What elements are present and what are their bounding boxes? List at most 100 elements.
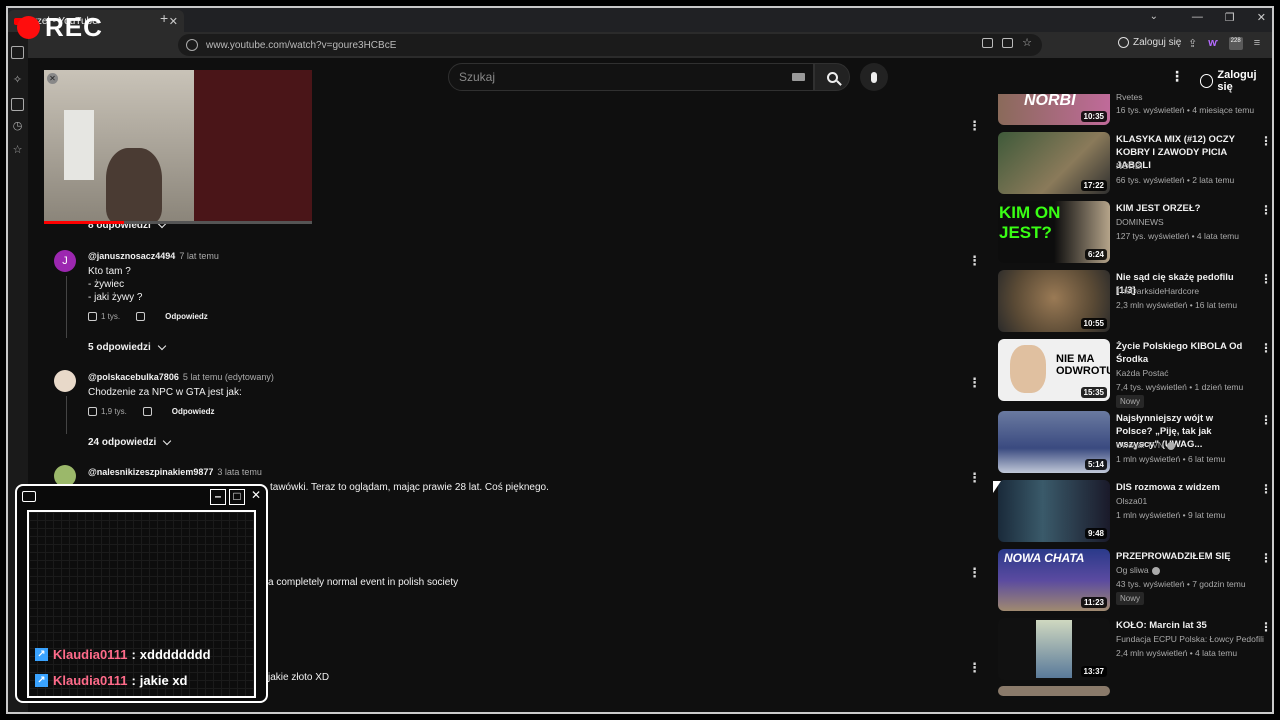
video-menu-icon[interactable]: ⋮ (1260, 551, 1272, 565)
channel-name[interactable]: Og sliwa (1116, 565, 1160, 575)
mini-player-close-icon[interactable]: ✕ (47, 73, 58, 84)
channel-name[interactable]: TheDarksideHardcore (1116, 286, 1199, 296)
related-video-item[interactable]: 5:14 Najsłynniejszy wójt w Polsce? „Piję… (998, 411, 1272, 475)
extension-icon[interactable]: ⱳ (1208, 37, 1217, 50)
video-title[interactable]: KIM JEST ORZEŁ? (1116, 202, 1250, 215)
video-thumbnail[interactable]: KIM ON JEST? 6:24 (998, 201, 1110, 263)
history-icon[interactable]: ◷ (11, 120, 24, 133)
video-menu-icon[interactable]: ⋮ (1260, 272, 1272, 286)
chat-close-icon[interactable]: ✕ (248, 489, 264, 505)
video-title[interactable]: Życie Polskiego KIBOLA Od Środka (1116, 340, 1250, 366)
video-thumbnail[interactable]: 13:37 (998, 618, 1110, 680)
video-thumbnail[interactable]: NOWA CHATA 11:23 (998, 549, 1110, 611)
channel-name[interactable]: Uwaga! TVN (1116, 440, 1176, 450)
comment-time[interactable]: 5 lat temu (edytowany) (183, 372, 274, 382)
video-thumbnail[interactable]: NORBI 10:35 (998, 94, 1110, 125)
video-thumbnail[interactable]: 17:22 (998, 132, 1110, 194)
replies-toggle[interactable]: 24 odpowiedzi (88, 436, 172, 448)
comment-menu-icon[interactable]: ⋮ (968, 660, 981, 676)
browser-signin-button[interactable]: Zaloguj się (1118, 37, 1181, 48)
comment-author[interactable]: @nalesnikizeszpinakiem9877 3 lata temu (88, 467, 262, 477)
like-icon[interactable] (88, 312, 97, 321)
comment-menu-icon[interactable]: ⋮ (968, 253, 981, 269)
channel-name[interactable]: NORBI (1116, 161, 1143, 171)
like-icon[interactable] (88, 407, 97, 416)
related-video-item[interactable]: 10:55 Nie sąd cię skażę pedofilu [1/3] T… (998, 270, 1272, 334)
replies-toggle[interactable]: 5 odpowiedzi (88, 341, 167, 353)
related-video-item[interactable]: NOWA CHATA 11:23 PRZEPROWADZIŁEM SIĘ Og … (998, 549, 1272, 613)
avatar[interactable]: J (54, 250, 76, 272)
comment-menu-icon[interactable]: ⋮ (968, 375, 981, 391)
comment-menu-icon[interactable]: ⋮ (968, 470, 981, 486)
channel-name[interactable]: Olsza01 (1116, 496, 1147, 506)
comment-time[interactable]: 7 lat temu (179, 251, 219, 261)
video-title[interactable]: PRZEPROWADZIŁEM SIĘ (1116, 550, 1250, 563)
video-menu-icon[interactable]: ⋮ (1260, 341, 1272, 355)
video-thumbnail[interactable]: 10:55 (998, 270, 1110, 332)
close-window-icon[interactable]: ✕ (1257, 11, 1266, 24)
video-title[interactable]: KOŁO: Marcin lat 35 (1116, 619, 1250, 632)
search-button[interactable] (814, 63, 850, 91)
video-thumbnail[interactable]: 5:14 (998, 411, 1110, 473)
video-menu-icon[interactable]: ⋮ (1260, 203, 1272, 217)
channel-name[interactable]: Każda Postać (1116, 368, 1168, 378)
related-video-item[interactable]: KIM ON JEST? 6:24 KIM JEST ORZEŁ? DOMINE… (998, 201, 1272, 265)
keyboard-icon[interactable] (792, 73, 805, 81)
channel-name[interactable]: Rvetes (1116, 94, 1142, 102)
reply-button[interactable]: Odpowiedz (165, 312, 208, 321)
chat-maximize-icon[interactable]: □ (229, 489, 245, 505)
chat-username[interactable]: Klaudia0111 (53, 673, 127, 688)
screenshot-icon[interactable] (1002, 38, 1014, 48)
comment-menu-icon[interactable]: ⋮ (968, 565, 981, 581)
maximize-icon[interactable]: ❐ (1225, 11, 1235, 24)
tab-search-chevron-icon[interactable]: ⌄ (1150, 11, 1158, 22)
channel-name[interactable]: Fundacja ECPU Polska: Łowcy Pedofili (1116, 634, 1272, 644)
search-input[interactable]: Szukaj (448, 63, 814, 91)
voice-search-button[interactable] (860, 63, 888, 91)
minimize-icon[interactable]: — (1192, 11, 1203, 24)
comment-author[interactable]: @janusznosacz4494 7 lat temu (88, 251, 219, 261)
related-video-item[interactable]: 13:37 KOŁO: Marcin lat 35 Fundacja ECPU … (998, 618, 1272, 682)
video-menu-icon[interactable]: ⋮ (1260, 134, 1272, 148)
bookmark-star-icon[interactable]: ☆ (1022, 38, 1032, 49)
new-tab-icon[interactable]: + (160, 10, 168, 26)
tab-close-icon[interactable]: ✕ (169, 15, 178, 28)
video-title[interactable]: DIS rozmowa z widzem (1116, 481, 1250, 494)
comment-time[interactable]: 3 lata temu (217, 467, 262, 477)
video-menu-icon[interactable]: ⋮ (1260, 482, 1272, 496)
video-thumbnail[interactable]: 9:48 (998, 480, 1110, 542)
share-icon[interactable]: ⇪ (1188, 37, 1197, 50)
comment-author[interactable]: @polskacebulka7806 5 lat temu (edytowany) (88, 372, 274, 382)
sidebar-toggle-icon[interactable] (11, 46, 24, 59)
browser-menu-icon[interactable]: ≡ (1254, 37, 1260, 50)
related-video-item[interactable] (998, 686, 1268, 696)
settings-menu-icon[interactable]: ⋮ (1170, 68, 1184, 85)
video-duration: 5:14 (1084, 459, 1107, 470)
related-video-item[interactable]: 17:22 KLASYKA MIX (#12) OCZY KOBRY I ZAW… (998, 132, 1272, 196)
reply-button[interactable]: Odpowiedz (172, 407, 215, 416)
site-info-icon[interactable] (186, 39, 198, 51)
video-menu-icon[interactable]: ⋮ (1260, 620, 1272, 634)
mini-player[interactable]: ✕ (44, 70, 312, 224)
install-app-icon[interactable] (982, 38, 994, 48)
related-video-item[interactable]: NORBI 10:35 Rvetes 16 tys. wyświetleń • … (998, 94, 1268, 126)
channel-name[interactable]: DOMINEWS (1116, 217, 1164, 227)
youtube-signin-button[interactable]: Zaloguj się (1200, 69, 1272, 93)
video-progress-bar[interactable] (44, 221, 312, 224)
avatar[interactable] (54, 370, 76, 392)
favorites-icon[interactable]: ☆ (11, 144, 24, 157)
chat-username[interactable]: Klaudia0111 (53, 647, 127, 662)
related-video-item[interactable]: 9:48 DIS rozmowa z widzem Olsza01 1 mln … (998, 480, 1272, 544)
dislike-icon[interactable] (136, 312, 146, 321)
chat-minimize-icon[interactable]: – (210, 489, 226, 505)
video-menu-icon[interactable]: ⋮ (1260, 413, 1272, 427)
collections-icon[interactable] (11, 98, 24, 111)
video-thumbnail[interactable] (998, 686, 1110, 696)
comment-menu-icon[interactable]: ⋮ (968, 118, 981, 134)
address-bar[interactable]: www.youtube.com/watch?v=goure3HCBcE ☆ (178, 34, 1042, 56)
sparkle-icon[interactable]: ✧ (11, 74, 24, 87)
video-thumbnail[interactable]: NIE MA ODWROTU 15:35 (998, 339, 1110, 401)
related-video-item[interactable]: NIE MA ODWROTU 15:35 Życie Polskiego KIB… (998, 339, 1272, 408)
dislike-icon[interactable] (142, 407, 152, 416)
extension-badge[interactable]: 228 (1228, 37, 1243, 50)
